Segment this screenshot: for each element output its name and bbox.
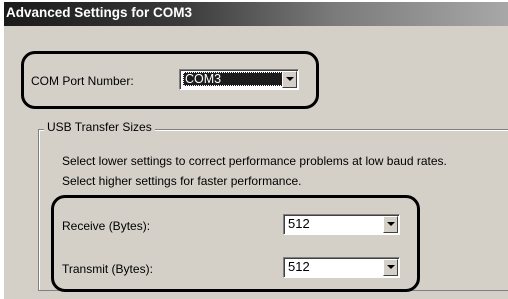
window-title: Advanced Settings for COM3	[6, 5, 193, 20]
transmit-bytes-select[interactable]: 512	[283, 257, 400, 278]
usb-description-line-2: Select higher settings for faster perfor…	[62, 174, 302, 188]
receive-bytes-value: 512	[288, 216, 310, 231]
com-port-value: COM3	[183, 72, 283, 86]
receive-bytes-label: Receive (Bytes):	[62, 219, 151, 233]
transmit-bytes-value: 512	[288, 259, 310, 274]
title-bar: Advanced Settings for COM3	[4, 2, 508, 26]
transmit-bytes-label: Transmit (Bytes):	[62, 262, 153, 276]
chevron-down-icon[interactable]	[282, 71, 297, 88]
chevron-down-icon[interactable]	[383, 216, 398, 233]
receive-bytes-select[interactable]: 512	[283, 214, 400, 235]
chevron-down-icon[interactable]	[383, 259, 398, 276]
com-port-select[interactable]: COM3	[179, 69, 299, 90]
usb-transfer-group-title: USB Transfer Sizes	[44, 120, 155, 134]
usb-description-line-1: Select lower settings to correct perform…	[62, 154, 447, 168]
com-port-label: COM Port Number:	[31, 74, 134, 88]
